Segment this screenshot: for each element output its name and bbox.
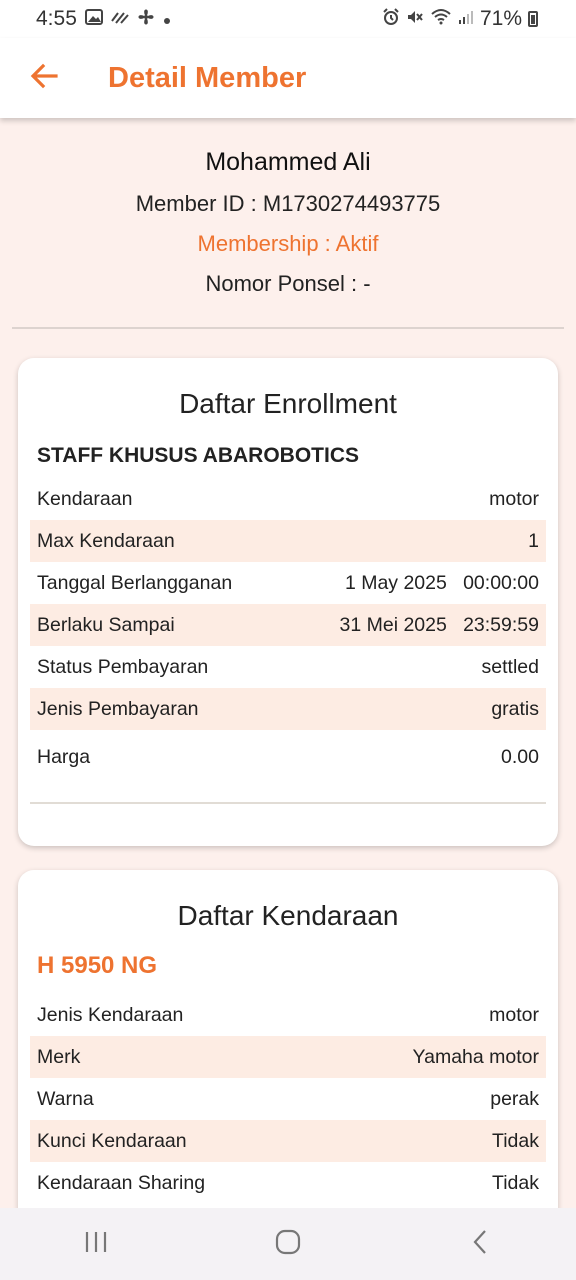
row-value: 31 Mei 2025 23:59:59 bbox=[339, 613, 540, 636]
row-label: Max Kendaraan bbox=[37, 529, 175, 552]
vehicle-card: Daftar Kendaraan H 5950 NG Jenis Kendara… bbox=[18, 870, 558, 1250]
card-divider bbox=[30, 802, 546, 804]
row-label: Kendaraan bbox=[37, 487, 133, 510]
enrollment-row: Jenis Pembayaran gratis bbox=[30, 688, 546, 730]
row-label: Status Pembayaran bbox=[37, 655, 209, 678]
row-label: Jenis Kendaraan bbox=[37, 1003, 184, 1026]
phone-number: Nomor Ponsel : - bbox=[205, 271, 371, 296]
row-value: motor bbox=[489, 1003, 539, 1026]
vehicle-row: Merk Yamaha motor bbox=[30, 1036, 546, 1078]
home-button[interactable] bbox=[258, 1214, 318, 1274]
enrollment-card: Daftar Enrollment STAFF KHUSUS ABAROBOTI… bbox=[18, 358, 558, 846]
enrollment-row: Status Pembayaran settled bbox=[30, 646, 546, 688]
row-value: 0.00 bbox=[501, 745, 539, 768]
fan-icon bbox=[137, 8, 155, 31]
row-label: Berlaku Sampai bbox=[37, 613, 175, 636]
enrollment-row: Max Kendaraan 1 bbox=[30, 520, 546, 562]
row-value: 1 May 2025 00:00:00 bbox=[344, 571, 539, 594]
enrollment-row: Harga 0.00 bbox=[30, 730, 546, 784]
notification-dot-icon bbox=[163, 9, 171, 30]
status-bar: 4:55 71% bbox=[0, 0, 576, 38]
member-profile: Mohammed Ali Member ID : M1730274493775 … bbox=[0, 118, 576, 297]
row-value: gratis bbox=[491, 697, 539, 720]
signal-activity-icon bbox=[111, 9, 129, 30]
page-title: Detail Member bbox=[108, 61, 307, 94]
arrow-left-icon bbox=[30, 63, 58, 94]
vehicle-row: Kendaraan Sharing Tidak bbox=[30, 1162, 546, 1204]
app-bar: Detail Member bbox=[0, 38, 576, 118]
row-label: Warna bbox=[37, 1087, 94, 1110]
row-value: Yamaha motor bbox=[412, 1045, 539, 1068]
row-value: perak bbox=[490, 1087, 539, 1110]
vehicle-title: Daftar Kendaraan bbox=[177, 900, 399, 931]
member-id: Member ID : M1730274493775 bbox=[135, 191, 441, 216]
vehicle-row: Warna perak bbox=[30, 1078, 546, 1120]
battery-icon bbox=[528, 11, 538, 27]
row-value: Tidak bbox=[492, 1129, 539, 1152]
row-label: Harga bbox=[37, 745, 91, 768]
system-back-button[interactable] bbox=[450, 1214, 510, 1274]
member-name: Mohammed Ali bbox=[205, 148, 371, 176]
chevron-left-icon bbox=[471, 1229, 489, 1260]
row-label: Kendaraan Sharing bbox=[37, 1171, 206, 1194]
membership-status: Membership : Aktif bbox=[197, 231, 379, 256]
cell-signal-icon bbox=[458, 9, 474, 30]
system-nav-bar bbox=[0, 1208, 576, 1280]
enrollment-title: Daftar Enrollment bbox=[179, 388, 397, 419]
profile-divider bbox=[12, 327, 564, 329]
vehicle-row: Kunci Kendaraan Tidak bbox=[30, 1120, 546, 1162]
row-label: Tanggal Berlangganan bbox=[37, 571, 233, 594]
row-value: Tidak bbox=[492, 1171, 539, 1194]
row-value: 1 bbox=[528, 529, 539, 552]
home-icon bbox=[275, 1229, 301, 1260]
back-button[interactable] bbox=[24, 58, 64, 98]
enrollment-row: Kendaraan motor bbox=[30, 478, 546, 520]
row-label: Jenis Pembayaran bbox=[37, 697, 199, 720]
vehicle-plate: H 5950 NG bbox=[37, 952, 158, 979]
row-label: Kunci Kendaraan bbox=[37, 1129, 187, 1152]
row-value: motor bbox=[489, 487, 539, 510]
row-value: settled bbox=[481, 655, 539, 678]
battery-percent: 71% bbox=[479, 7, 522, 30]
gallery-icon bbox=[84, 8, 103, 30]
enrollment-row: Tanggal Berlangganan 1 May 2025 00:00:00 bbox=[30, 562, 546, 604]
row-label: Merk bbox=[37, 1045, 81, 1068]
recent-apps-icon bbox=[83, 1230, 109, 1259]
vehicle-row: Jenis Kendaraan motor bbox=[30, 994, 546, 1036]
recent-apps-button[interactable] bbox=[66, 1214, 126, 1274]
alarm-icon bbox=[382, 7, 400, 31]
enrollment-row: Berlaku Sampai 31 Mei 2025 23:59:59 bbox=[30, 604, 546, 646]
wifi-icon bbox=[430, 8, 452, 31]
enrollment-program: STAFF KHUSUS ABAROBOTICS bbox=[37, 444, 359, 467]
mute-icon bbox=[406, 8, 424, 31]
status-time: 4:55 bbox=[36, 7, 77, 30]
